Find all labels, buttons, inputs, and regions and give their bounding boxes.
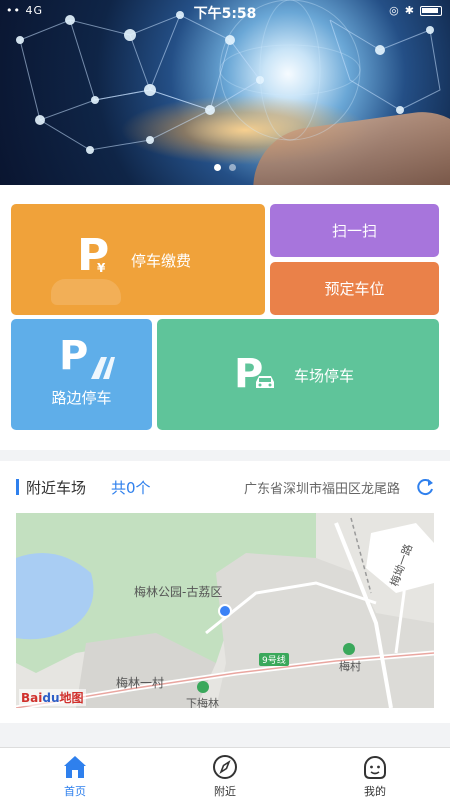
carousel-dots [0, 164, 450, 171]
current-address: 广东省深圳市福田区龙尾路 [244, 482, 401, 497]
nearby-title: 附近车场 [26, 479, 87, 497]
map-poi-village[interactable]: 梅林一村 [116, 674, 164, 691]
roadside-parking-icon: P [59, 333, 89, 379]
baidu-logo-du: du [42, 691, 60, 705]
roadside-parking-label: 路边停车 [51, 389, 112, 407]
function-tiles: P ¥ 停车缴费 扫一扫 预定车位 P 路边停车 P 车场停车 [0, 185, 450, 450]
refresh-icon[interactable] [415, 477, 435, 497]
map-poi-park[interactable]: 梅林公园-古荔区 [134, 583, 222, 600]
yen-icon: ¥ [97, 261, 106, 275]
parking-payment-label: 停车缴费 [131, 252, 192, 270]
roadside-parking-tile[interactable]: P 路边停车 [11, 319, 152, 430]
tab-home[interactable]: 首页 [0, 748, 150, 800]
parking-payment-tile[interactable]: P ¥ 停车缴费 [11, 204, 265, 315]
banner-carousel[interactable]: •• 4G 下午5:58 ◎ ✱ [0, 0, 450, 185]
tab-profile[interactable]: 我的 [300, 748, 450, 800]
status-bar: •• 4G 下午5:58 ◎ ✱ [0, 0, 450, 24]
map-canvas [16, 513, 434, 708]
scan-label: 扫一扫 [331, 222, 377, 240]
scan-tile[interactable]: 扫一扫 [270, 204, 439, 257]
battery-icon [420, 5, 442, 16]
map-metro-meicun[interactable]: 梅村 [339, 658, 361, 674]
network-graphic [16, 0, 441, 154]
map-view[interactable]: 梅林公园-古荔区 梅林一村 下梅林 梅村 9号线 梅坳一路 Baidu地图 [16, 513, 434, 708]
tab-nearby-label: 附近 [214, 785, 236, 798]
home-icon [64, 756, 86, 778]
status-time: 下午5:58 [193, 6, 257, 22]
section-accent-bar [16, 479, 19, 495]
car-watermark [51, 279, 121, 305]
metro-line-badge: 9号线 [259, 653, 289, 666]
reserve-space-label: 预定车位 [324, 280, 385, 298]
alarm-icon: ◎ [389, 4, 399, 17]
tab-profile-label: 我的 [364, 785, 386, 798]
reserve-space-tile[interactable]: 预定车位 [270, 262, 439, 315]
compass-icon [213, 755, 237, 779]
status-icons: ◎ ✱ [389, 4, 442, 17]
baidu-map-logo: Baidu地图 [19, 689, 86, 706]
lot-parking-label: 车场停车 [294, 367, 355, 385]
car-icon [256, 376, 274, 388]
tab-home-label: 首页 [64, 785, 86, 798]
nearby-section: 附近车场 共0个 广东省深圳市福田区龙尾路 梅林公园-古荔区 梅林一村 下梅林 … [0, 461, 450, 723]
bottom-tab-bar: 首页 附近 我的 [0, 747, 450, 800]
lot-parking-tile[interactable]: P 车场停车 [157, 319, 439, 430]
baidu-logo-bai: Bai [21, 691, 43, 705]
profile-icon [364, 756, 386, 779]
nearby-count[interactable]: 共0个 [111, 477, 151, 498]
carousel-dot-1[interactable] [214, 164, 221, 171]
carousel-dot-2[interactable] [229, 164, 236, 171]
tab-nearby[interactable]: 附近 [150, 748, 300, 800]
road-lines-icon [91, 357, 115, 379]
baidu-logo-map: 地图 [59, 691, 84, 705]
map-metro-xiameilin[interactable]: 下梅林 [186, 695, 219, 708]
bluetooth-icon: ✱ [404, 4, 414, 17]
